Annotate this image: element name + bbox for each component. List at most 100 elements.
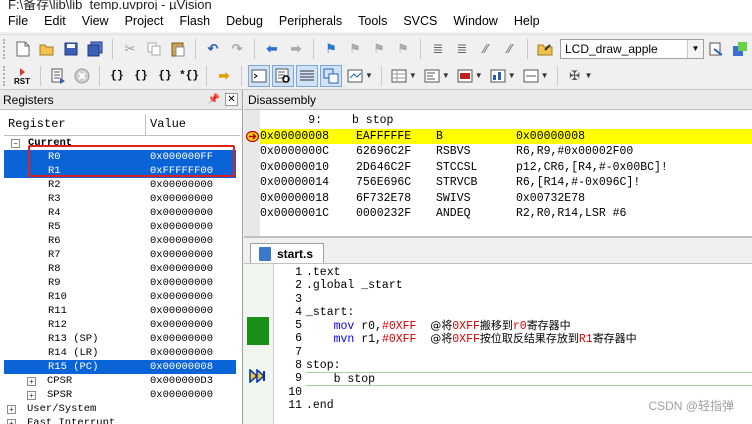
col-register[interactable]: Register bbox=[4, 114, 146, 135]
paste-icon[interactable] bbox=[167, 38, 189, 60]
expand-icon[interactable]: + bbox=[27, 391, 36, 400]
disassembly-row[interactable]: 0x0000000C 62696C2F RSBVS R6,R9,#0x00002F00 bbox=[260, 144, 752, 160]
uncomment-icon[interactable]: ⁄⁄ bbox=[499, 38, 521, 60]
register-row[interactable]: R12 0x00000000 bbox=[4, 318, 236, 332]
code-line[interactable] bbox=[306, 293, 752, 306]
memory-window-icon[interactable] bbox=[421, 65, 443, 87]
menu-svcs[interactable]: SVCS bbox=[395, 10, 445, 32]
chevron-down-icon[interactable]: ▼ bbox=[442, 71, 450, 80]
code-line[interactable]: stop: bbox=[306, 359, 752, 372]
code-line[interactable]: .text bbox=[306, 266, 752, 279]
disassembly-row[interactable]: 0x00000008 EAFFFFFE B 0x00000008 bbox=[260, 128, 752, 144]
chevron-down-icon[interactable]: ▼ bbox=[409, 71, 417, 80]
new-file-icon[interactable] bbox=[12, 38, 34, 60]
tab-start-s[interactable]: start.s bbox=[250, 243, 325, 263]
code-line[interactable] bbox=[306, 346, 752, 359]
register-group-fast-interrupt[interactable]: + Fast Interrupt bbox=[4, 416, 236, 424]
cut-icon[interactable]: ✂ bbox=[119, 38, 141, 60]
register-row[interactable]: R14 (LR) 0x00000000 bbox=[4, 346, 236, 360]
col-value[interactable]: Value bbox=[146, 114, 240, 135]
watch-window-icon[interactable] bbox=[388, 65, 410, 87]
stop-icon[interactable] bbox=[71, 65, 93, 87]
register-row[interactable]: R11 0x00000000 bbox=[4, 304, 236, 318]
chevron-down-icon[interactable]: ▼ bbox=[475, 71, 483, 80]
register-row[interactable]: R10 0x00000000 bbox=[4, 290, 236, 304]
trace-window-icon[interactable] bbox=[520, 65, 542, 87]
code-line[interactable]: .global _start bbox=[306, 279, 752, 292]
register-row[interactable]: R15 (PC) 0x00000008 bbox=[4, 360, 236, 374]
step-over-icon[interactable]: {} bbox=[130, 65, 152, 87]
expand-icon[interactable]: + bbox=[27, 377, 36, 386]
nav-back-icon[interactable]: ⬅ bbox=[261, 38, 283, 60]
register-row[interactable]: R9 0x00000000 bbox=[4, 276, 236, 290]
clear-bookmarks-icon[interactable]: ⚑ bbox=[392, 38, 414, 60]
menu-window[interactable]: Window bbox=[445, 10, 505, 32]
pin-icon[interactable]: 📌 bbox=[207, 94, 221, 105]
register-row[interactable]: R7 0x00000000 bbox=[4, 248, 236, 262]
call-stack-icon[interactable] bbox=[344, 65, 366, 87]
registers-window-icon[interactable] bbox=[320, 64, 342, 87]
analysis-window-icon[interactable] bbox=[487, 65, 509, 87]
register-row[interactable]: R13 (SP) 0x00000000 bbox=[4, 332, 236, 346]
disassembly-row[interactable]: 0x00000018 6F732E78 SWIVS 0x00732E78 bbox=[260, 191, 752, 207]
register-cpsr[interactable]: + CPSR 0x000000D3 bbox=[4, 374, 236, 388]
nav-forward-icon[interactable]: ➡ bbox=[285, 38, 307, 60]
editor-code[interactable]: .text .global _start _start: mov r0,#0XFF … bbox=[306, 266, 752, 412]
menu-help[interactable]: Help bbox=[506, 10, 548, 32]
register-row[interactable]: R5 0x00000000 bbox=[4, 220, 236, 234]
register-row[interactable]: R4 0x00000000 bbox=[4, 206, 236, 220]
menu-view[interactable]: View bbox=[74, 10, 117, 32]
code-line[interactable]: mov r0,#0XFF @将0XFF搬移到r0寄存器中 bbox=[306, 319, 752, 333]
open-file-icon[interactable] bbox=[36, 38, 58, 60]
register-row[interactable]: R3 0x00000000 bbox=[4, 192, 236, 206]
register-row[interactable]: R8 0x00000000 bbox=[4, 262, 236, 276]
toolbox-icon[interactable]: ✠ bbox=[564, 65, 586, 87]
menu-tools[interactable]: Tools bbox=[350, 10, 395, 32]
comment-icon[interactable]: ⁄⁄ bbox=[475, 38, 497, 60]
indent-icon[interactable]: ≣ bbox=[427, 38, 449, 60]
chevron-down-icon[interactable]: ▼ bbox=[508, 71, 516, 80]
pack-installer-icon[interactable] bbox=[729, 38, 751, 60]
manage-project-icon[interactable] bbox=[705, 38, 727, 60]
disassembly-window-icon[interactable] bbox=[272, 64, 294, 87]
step-into-icon[interactable]: {} bbox=[106, 65, 128, 87]
run-icon[interactable] bbox=[47, 65, 69, 87]
menu-file[interactable]: File bbox=[0, 10, 36, 32]
step-out-icon[interactable]: {} bbox=[154, 65, 176, 87]
next-bookmark-icon[interactable]: ⚑ bbox=[368, 38, 390, 60]
copy-icon[interactable] bbox=[143, 38, 165, 60]
show-next-statement-icon[interactable]: ➡ bbox=[213, 65, 235, 87]
serial-window-icon[interactable] bbox=[454, 65, 476, 87]
expand-icon[interactable]: + bbox=[7, 419, 16, 424]
menu-edit[interactable]: Edit bbox=[36, 10, 74, 32]
command-window-icon[interactable] bbox=[248, 64, 270, 87]
menu-debug[interactable]: Debug bbox=[218, 10, 271, 32]
disassembly-row[interactable]: 0x0000001C 0000232F ANDEQ R2,R0,R14,LSR #6 bbox=[260, 206, 752, 222]
code-line[interactable]: b stop bbox=[306, 372, 752, 386]
disassembly-row[interactable]: 0x00000010 2D646C2F STCCSL p12,CR6,[R4,#-0x… bbox=[260, 160, 752, 176]
redo-icon[interactable]: ↷ bbox=[226, 38, 248, 60]
target-select[interactable]: LCD_draw_apple ▼ bbox=[560, 38, 704, 59]
collapse-icon[interactable]: − bbox=[11, 139, 20, 148]
unindent-icon[interactable]: ≣ bbox=[451, 38, 473, 60]
save-all-icon[interactable] bbox=[84, 38, 106, 60]
chevron-down-icon[interactable]: ▼ bbox=[585, 71, 593, 80]
code-line[interactable]: mvn r1,#0XFF @将0XFF按位取反结果存放到R1寄存器中 bbox=[306, 332, 752, 346]
reset-icon[interactable]: RST bbox=[12, 65, 34, 87]
menu-peripherals[interactable]: Peripherals bbox=[271, 10, 350, 32]
close-icon[interactable]: ✕ bbox=[225, 93, 238, 106]
chevron-down-icon[interactable]: ▼ bbox=[365, 71, 373, 80]
chevron-down-icon[interactable]: ▼ bbox=[541, 71, 549, 80]
save-icon[interactable] bbox=[60, 38, 82, 60]
code-line[interactable]: _start: bbox=[306, 306, 752, 319]
disassembly-row[interactable]: 0x00000014 756E696C STRVCB R6,[R14,#-0x096C… bbox=[260, 175, 752, 191]
register-spsr[interactable]: + SPSR 0x00000000 bbox=[4, 388, 236, 402]
expand-icon[interactable]: + bbox=[7, 405, 16, 414]
run-to-cursor-icon[interactable]: *{} bbox=[178, 65, 200, 87]
undo-icon[interactable]: ↶ bbox=[202, 38, 224, 60]
bookmark-icon[interactable]: ⚑ bbox=[320, 38, 342, 60]
target-options-icon[interactable] bbox=[534, 38, 556, 60]
menu-project[interactable]: Project bbox=[117, 10, 172, 32]
register-group-user-system[interactable]: + User/System bbox=[4, 402, 236, 416]
editor-gutter[interactable] bbox=[244, 264, 274, 424]
